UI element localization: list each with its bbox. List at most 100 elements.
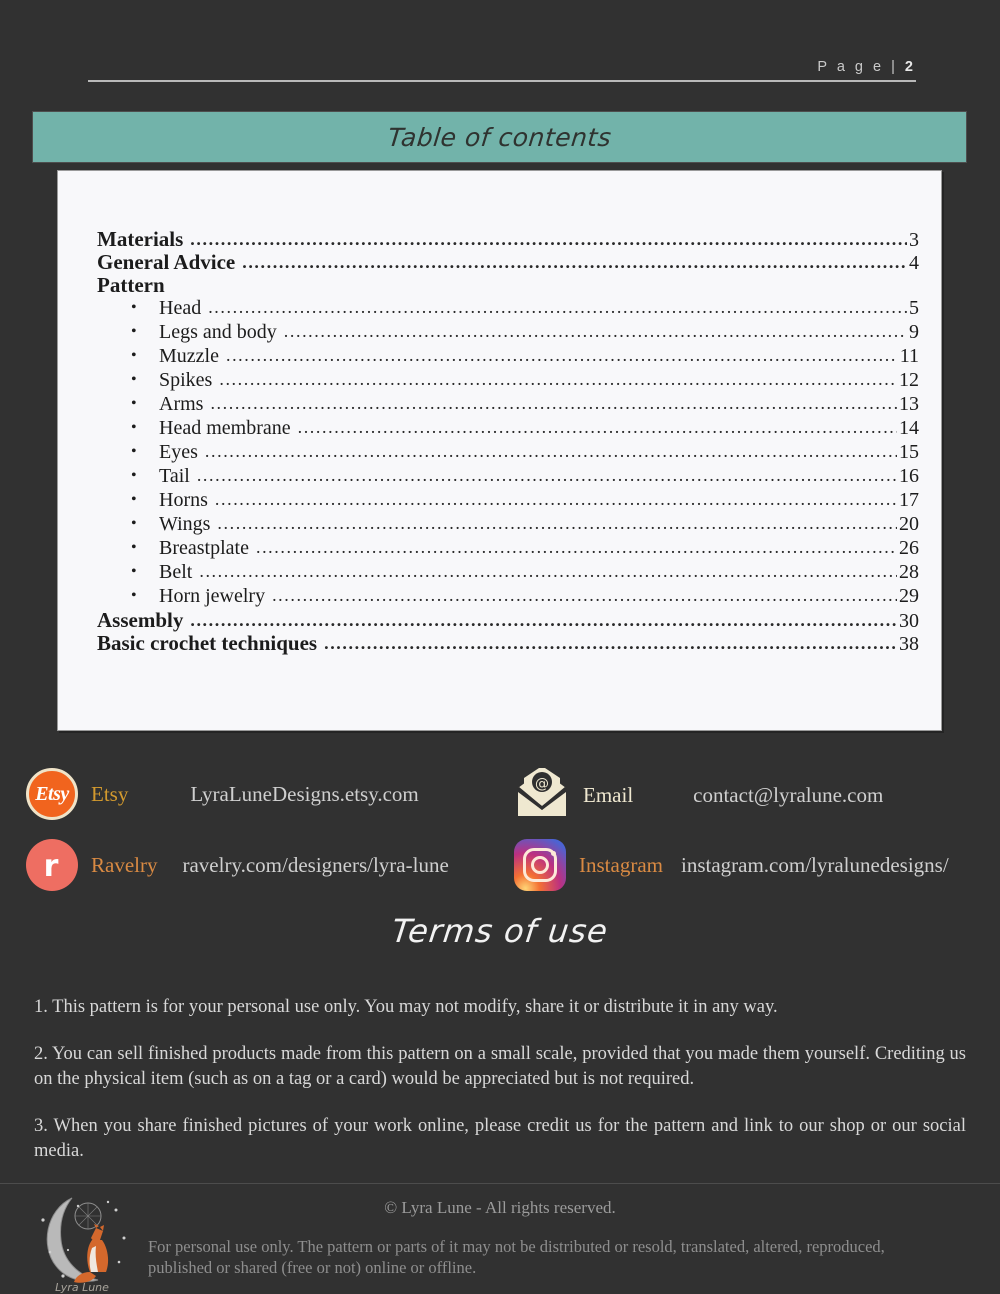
toc-entry[interactable]: Breastplate 26 — [131, 538, 919, 562]
toc-leader-dots — [210, 394, 897, 412]
toc-entry-label: Arms — [159, 393, 204, 415]
page-root: P a g e | 2 Table of contents Materials 3… — [0, 0, 1000, 1294]
social-value-etsy[interactable]: LyraLuneDesigns.etsy.com — [190, 782, 418, 807]
toc-entry-page: 15 — [899, 441, 919, 463]
toc-leader-dots — [205, 442, 897, 460]
social-value-instagram[interactable]: instagram.com/lyralunedesigns/ — [681, 853, 949, 878]
toc-entry-label: Tail — [159, 465, 190, 487]
toc-entry[interactable]: Assembly 30 — [69, 610, 919, 633]
toc-entry-page: 9 — [909, 321, 919, 343]
page-label: P a g e | — [817, 59, 905, 75]
social-links-section: Etsy Etsy LyraLuneDesigns.etsy.com @ Ema… — [0, 760, 1000, 895]
social-item-email[interactable]: @ Email contact@lyralune.com — [514, 766, 883, 823]
social-value-email[interactable]: contact@lyralune.com — [693, 783, 883, 808]
terms-of-use-body: 1. This pattern is for your personal use… — [34, 995, 966, 1186]
toc-leader-dots — [190, 230, 907, 248]
toc-entry-page: 30 — [899, 610, 919, 632]
footer-note: For personal use only. The pattern or pa… — [148, 1237, 885, 1278]
toc-entry-page: 13 — [899, 393, 919, 415]
page-header: P a g e | 2 — [88, 58, 916, 82]
toc-entry-page: 4 — [909, 252, 919, 274]
toc-entry-label: Breastplate — [159, 537, 249, 559]
toc-entry-label: Muzzle — [159, 345, 219, 367]
table-of-contents-title: Table of contents — [386, 122, 613, 152]
toc-entry[interactable]: Materials 3 — [69, 229, 919, 252]
page-number: 2 — [904, 59, 916, 75]
toc-entry-label: Wings — [159, 513, 211, 535]
email-icon: @ — [514, 766, 570, 823]
table-of-contents-bar: Table of contents — [32, 111, 967, 163]
toc-leader-dots — [199, 562, 897, 580]
toc-leader-dots — [219, 370, 897, 388]
toc-leader-dots — [215, 490, 897, 508]
bullet-icon — [131, 468, 159, 484]
svg-text:@: @ — [535, 776, 549, 792]
toc-entry-label: Pattern — [97, 273, 165, 297]
bullet-icon — [131, 324, 159, 340]
toc-entry-label: Basic crochet techniques — [97, 631, 318, 655]
terms-of-use-title: Terms of use — [389, 912, 611, 950]
ravelry-icon-text: r — [43, 849, 59, 884]
terms-paragraph: 3. When you share finished pictures of y… — [34, 1115, 966, 1161]
toc-entry[interactable]: Basic crochet techniques 38 — [69, 633, 919, 656]
toc-entry-page: 16 — [899, 465, 919, 487]
toc-entry-page: 5 — [909, 297, 919, 319]
toc-entry[interactable]: Legs and body 9 — [131, 322, 919, 346]
toc-entry-label: Spikes — [159, 369, 213, 391]
toc-leader-dots — [197, 466, 897, 484]
bullet-icon — [131, 396, 159, 412]
toc-leader-dots — [256, 538, 897, 556]
toc-entry-label: Horn jewelry — [159, 585, 266, 607]
toc-entry[interactable]: Tail 16 — [131, 466, 919, 490]
toc-entry[interactable]: Eyes 15 — [131, 442, 919, 466]
toc-leader-dots — [324, 634, 897, 652]
social-item-etsy[interactable]: Etsy Etsy LyraLuneDesigns.etsy.com — [26, 768, 419, 820]
toc-entry-label: Head — [159, 297, 202, 319]
etsy-icon: Etsy — [26, 768, 78, 820]
toc-entry-page: 14 — [899, 417, 919, 439]
toc-entry-label: General Advice — [97, 250, 236, 274]
toc-entry[interactable]: Horns 17 — [131, 490, 919, 514]
bullet-icon — [131, 564, 159, 580]
bullet-icon — [131, 444, 159, 460]
toc-entry-label: Horns — [159, 489, 208, 511]
toc-entry[interactable]: Muzzle 11 — [131, 346, 919, 370]
etsy-icon-text: Etsy — [35, 782, 69, 805]
bullet-icon — [131, 492, 159, 508]
social-value-ravelry[interactable]: ravelry.com/designers/lyra-lune — [182, 853, 448, 878]
bullet-icon — [131, 588, 159, 604]
social-item-instagram[interactable]: Instagram instagram.com/lyralunedesigns/ — [514, 839, 949, 891]
logo-script-text: Lyra Lune — [55, 1281, 109, 1294]
toc-entry[interactable]: Arms 13 — [131, 394, 919, 418]
page-footer: Lyra Lune © Lyra Lune - All rights reser… — [0, 1184, 1000, 1294]
bullet-icon — [131, 540, 159, 556]
terms-paragraph: 1. This pattern is for your personal use… — [34, 997, 778, 1017]
toc-entry[interactable]: Spikes 12 — [131, 370, 919, 394]
toc-entry[interactable]: Head 5 — [131, 298, 919, 322]
toc-list: Materials 3 General Advice 4 PatternHead 5 Leg… — [69, 229, 919, 656]
bullet-icon — [131, 420, 159, 436]
toc-entry[interactable]: General Advice 4 — [69, 252, 919, 275]
toc-entry-page: 38 — [899, 633, 919, 655]
bullet-icon — [131, 516, 159, 532]
toc-entry[interactable]: Belt 28 — [131, 562, 919, 586]
terms-paragraph: 2. You can sell finished products made f… — [34, 1043, 966, 1089]
social-item-ravelry[interactable]: r Ravelry ravelry.com/designers/lyra-lun… — [26, 839, 449, 891]
toc-entry-page: 26 — [899, 537, 919, 559]
toc-entry-label: Head membrane — [159, 417, 291, 439]
bullet-icon — [131, 348, 159, 364]
toc-leader-dots — [208, 298, 907, 316]
toc-entry-label: Assembly — [97, 608, 184, 632]
toc-leader-dots — [284, 322, 907, 340]
footer-copyright: © Lyra Lune - All rights reserved. — [384, 1198, 616, 1217]
toc-entry[interactable]: Pattern — [69, 275, 919, 298]
toc-entry-page: 12 — [899, 369, 919, 391]
toc-entry[interactable]: Horn jewelry 29 — [131, 586, 919, 610]
social-label-ravelry: Ravelry — [91, 852, 158, 877]
toc-entry[interactable]: Head membrane 14 — [131, 418, 919, 442]
toc-entry-page: 28 — [899, 561, 919, 583]
bullet-icon — [131, 300, 159, 316]
ravelry-icon: r — [26, 839, 78, 891]
toc-leader-dots — [298, 418, 897, 436]
toc-entry[interactable]: Wings 20 — [131, 514, 919, 538]
